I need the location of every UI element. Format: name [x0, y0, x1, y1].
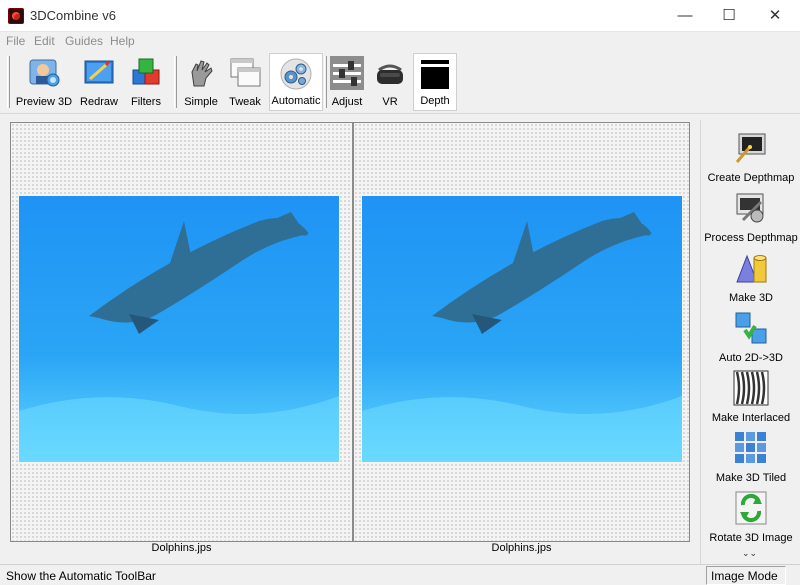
toolbar-label: Filters — [131, 96, 161, 108]
chevron-down-icon[interactable]: ⌄⌄ — [742, 548, 757, 559]
image-workspace: Dolphins.jps Dolphins.jps — [0, 114, 800, 564]
status-bar: Show the Automatic ToolBar Image Mode — [0, 564, 800, 585]
make-interlaced-icon — [733, 370, 769, 406]
toolbar-adjust-button[interactable]: Adjust — [327, 53, 367, 111]
side-tool-label: Make Interlaced — [711, 412, 791, 424]
make-interlaced-button[interactable]: Make Interlaced — [701, 368, 800, 426]
rotate-3d-image-icon — [735, 491, 767, 525]
make-3d-icon — [736, 254, 767, 283]
side-tool-label: Auto 2D->3D — [719, 352, 783, 364]
toolbar-grip[interactable] — [174, 56, 177, 108]
process-depthmap-icon — [736, 193, 764, 223]
left-image — [19, 196, 339, 462]
adjust-sliders-icon — [330, 56, 364, 90]
toolbar-label: Depth — [420, 95, 450, 107]
menu-file[interactable]: File — [6, 34, 25, 48]
toolbar-automatic-button[interactable]: Automatic — [269, 53, 323, 111]
right-image-caption: Dolphins.jps — [491, 542, 552, 554]
left-image-caption: Dolphins.jps — [151, 542, 212, 554]
toolbar-redraw-button[interactable]: Redraw — [76, 53, 122, 111]
redraw-icon — [84, 60, 114, 84]
simple-hand-icon — [191, 60, 213, 87]
vr-headset-icon — [377, 64, 403, 84]
left-image-pane[interactable] — [10, 122, 353, 542]
title-bar: 3DCombine v6 — ☐ ✕ — [0, 0, 800, 32]
side-tool-label: Rotate 3D Image — [709, 532, 793, 544]
process-depthmap-button[interactable]: Process Depthmap — [701, 188, 800, 246]
toolbar-label: Redraw — [80, 96, 118, 108]
toolbar-label: Tweak — [229, 96, 261, 108]
menu-guides[interactable]: Guides — [65, 34, 103, 48]
make-3d-button[interactable]: Make 3D — [701, 248, 800, 306]
maximize-button[interactable]: ☐ — [706, 0, 752, 32]
toolbar-label: Simple — [184, 96, 218, 108]
tweak-windows-icon — [230, 58, 261, 87]
close-button[interactable]: ✕ — [752, 0, 798, 32]
toolbar-grip[interactable] — [7, 56, 10, 108]
toolbar-depth-button[interactable]: Depth — [413, 53, 457, 111]
toolbar-simple-button[interactable]: Simple — [181, 53, 221, 111]
preview-3d-icon — [29, 59, 60, 87]
status-message: Show the Automatic ToolBar — [6, 569, 156, 583]
window-title: 3DCombine v6 — [30, 8, 116, 23]
main-toolbar: Preview 3D Redraw Filters Simple Tweak A… — [0, 50, 800, 114]
menu-edit[interactable]: Edit — [34, 34, 55, 48]
make-3d-tiled-icon — [735, 432, 766, 463]
toolbar-label: Adjust — [331, 96, 363, 108]
menu-bar: File Edit Guides Help — [0, 32, 800, 50]
side-tool-label: Make 3D Tiled — [715, 472, 787, 484]
mode-indicator: Image Mode — [706, 566, 786, 585]
side-tool-label: Make 3D — [728, 292, 774, 304]
toolbar-vr-button[interactable]: VR — [369, 53, 411, 111]
auto-2d-3d-button[interactable]: Auto 2D->3D — [701, 308, 800, 366]
minimize-button[interactable]: — — [662, 0, 708, 32]
auto-2d-3d-icon — [735, 312, 767, 344]
make-3d-tiled-button[interactable]: Make 3D Tiled — [701, 428, 800, 486]
menu-help[interactable]: Help — [110, 34, 135, 48]
side-tool-label: Process Depthmap — [704, 232, 798, 244]
toolbar-preview-3d-button[interactable]: Preview 3D — [14, 53, 74, 111]
app-logo-icon — [8, 8, 24, 24]
toolbar-label: Preview 3D — [15, 96, 73, 108]
create-depthmap-icon — [735, 133, 766, 163]
rotate-3d-image-button[interactable]: Rotate 3D Image — [701, 488, 800, 546]
right-image-pane[interactable] — [353, 122, 690, 542]
side-tool-label: Create Depthmap — [707, 172, 795, 184]
toolbar-label: Automatic — [271, 95, 321, 107]
create-depthmap-button[interactable]: Create Depthmap — [701, 128, 800, 186]
toolbar-tweak-button[interactable]: Tweak — [223, 53, 267, 111]
side-tool-panel: Create Depthmap Process Depthmap Make 3D… — [700, 120, 800, 564]
automatic-gears-icon — [280, 58, 312, 90]
depth-icon — [421, 60, 449, 89]
filters-icon — [132, 58, 160, 85]
right-image — [362, 196, 682, 462]
toolbar-filters-button[interactable]: Filters — [124, 53, 168, 111]
toolbar-label: VR — [382, 96, 398, 108]
